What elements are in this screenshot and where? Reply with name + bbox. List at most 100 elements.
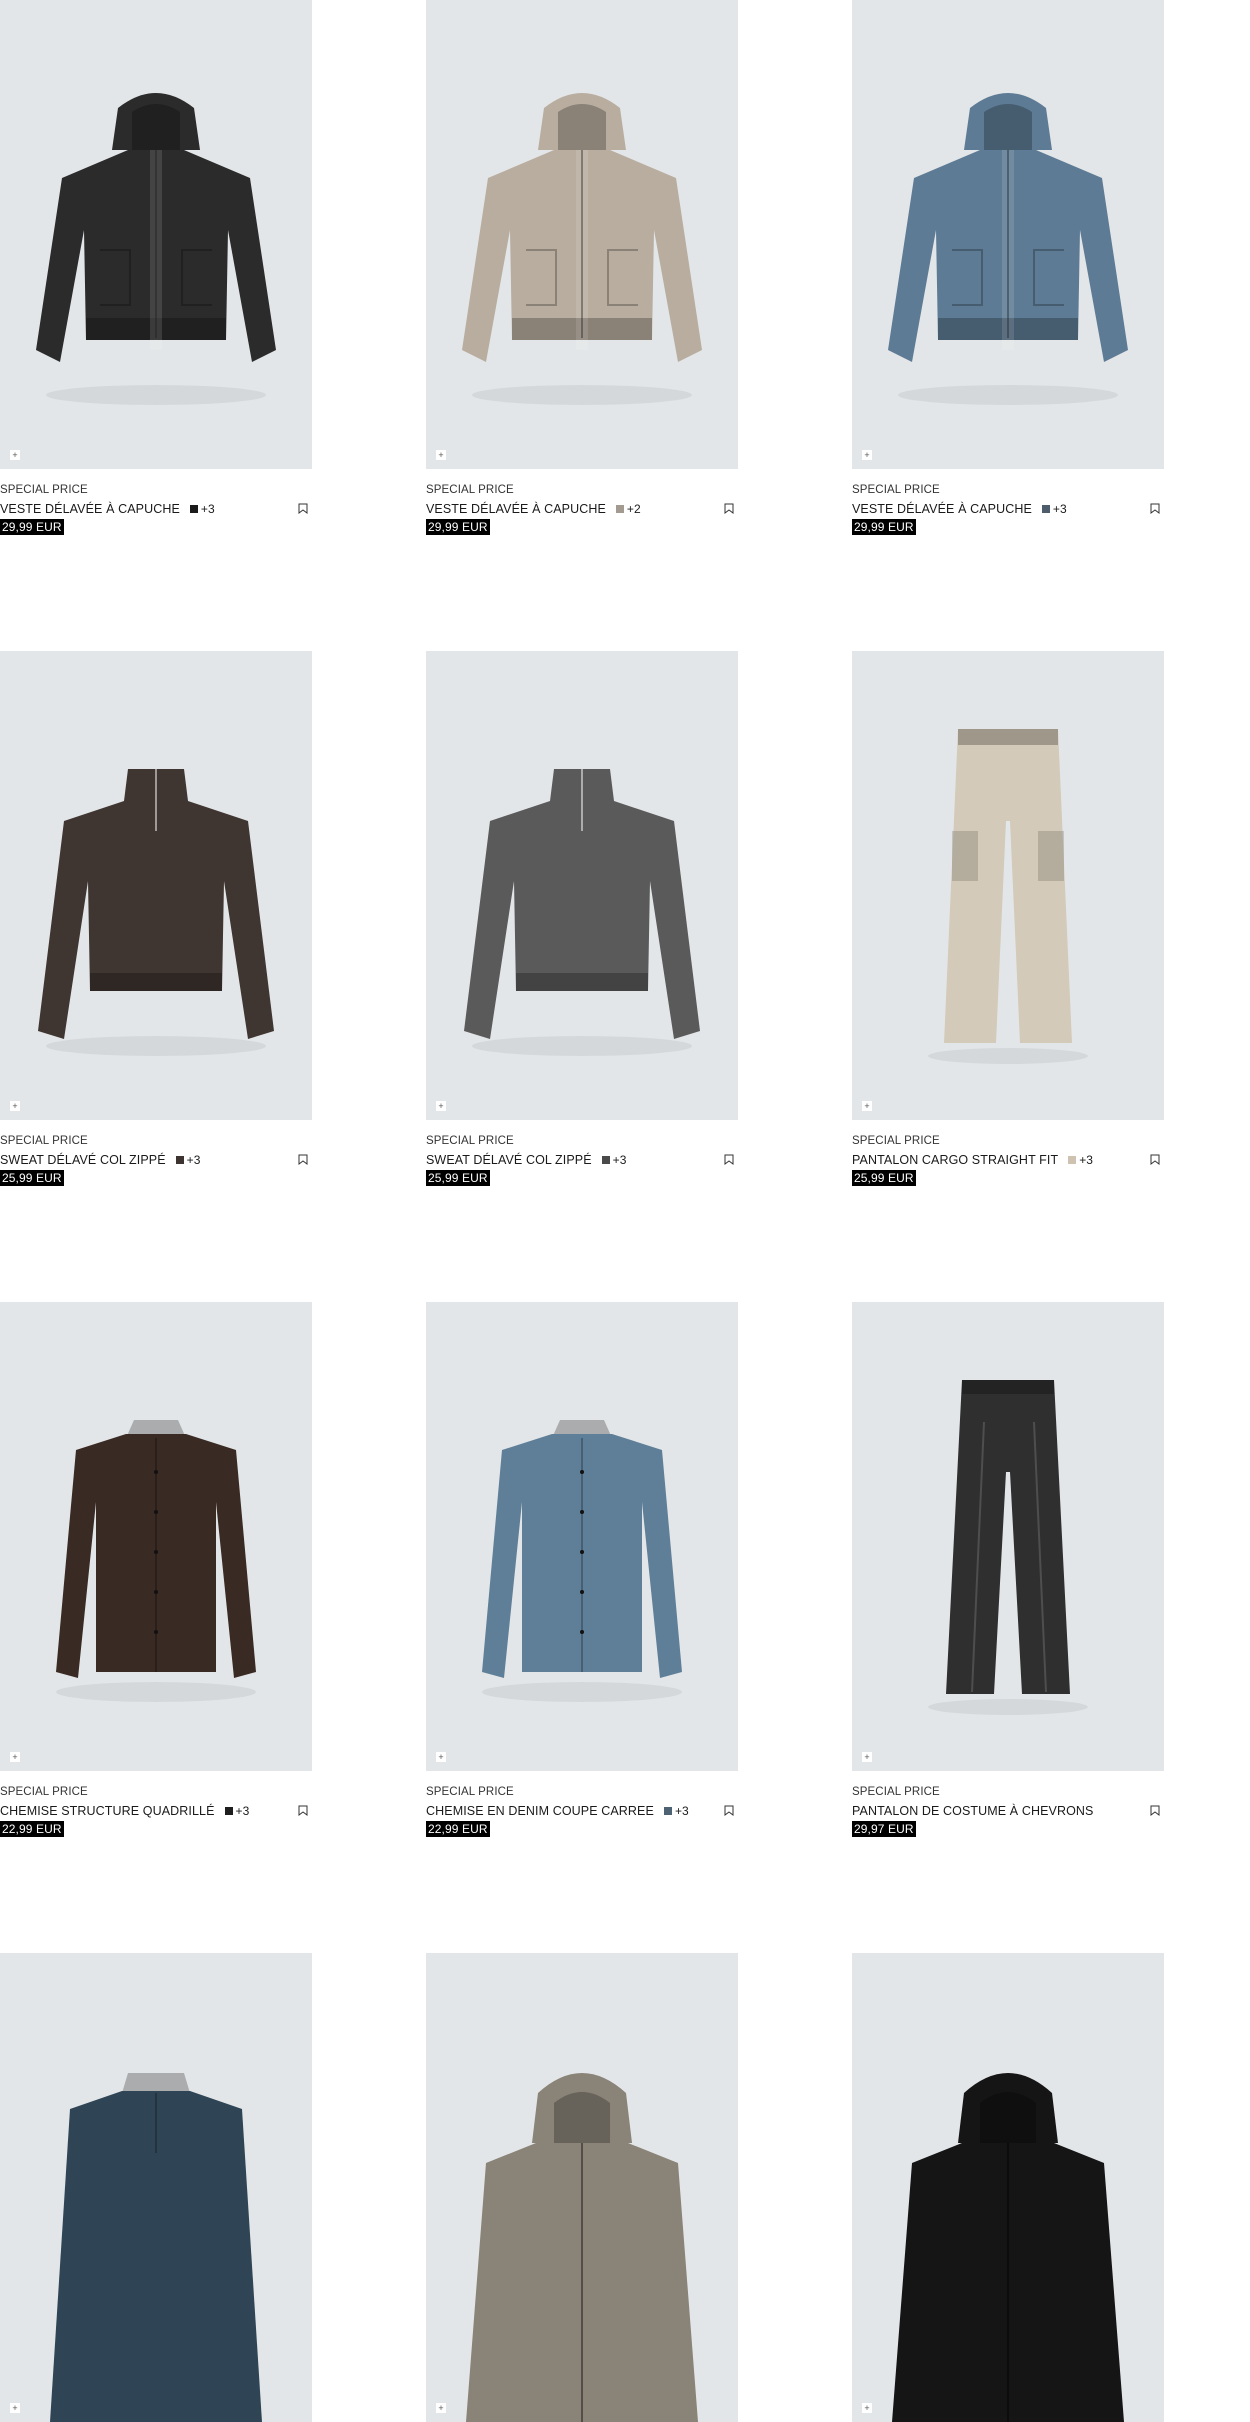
- product-image-frame[interactable]: +: [426, 0, 738, 469]
- more-colors-count[interactable]: +3: [1079, 1153, 1093, 1167]
- more-colors-count[interactable]: +3: [613, 1153, 627, 1167]
- color-swatch[interactable]: [224, 1806, 233, 1815]
- plus-icon[interactable]: +: [436, 450, 446, 460]
- color-swatch[interactable]: [175, 1155, 184, 1164]
- product-image[interactable]: [0, 1953, 312, 2422]
- product-image-frame[interactable]: +: [426, 651, 738, 1120]
- bookmark-icon[interactable]: [724, 503, 734, 514]
- product-image-frame[interactable]: +: [0, 0, 312, 469]
- product-card[interactable]: + SPECIAL PRICE PANTALON CARGO STRAIGHT …: [852, 651, 1164, 1186]
- color-swatch[interactable]: [1041, 504, 1050, 513]
- product-image[interactable]: [0, 1302, 312, 1771]
- product-image-frame[interactable]: +: [426, 1302, 738, 1771]
- more-colors-count[interactable]: +3: [675, 1804, 689, 1818]
- product-card[interactable]: + SPECIAL PRICE CHEMISE EN DENIM COUPE C…: [426, 1302, 738, 1837]
- bookmark-icon[interactable]: [1150, 503, 1160, 514]
- product-image[interactable]: [426, 651, 738, 1120]
- plus-icon[interactable]: +: [436, 2403, 446, 2413]
- product-image[interactable]: [852, 651, 1164, 1120]
- bookmark-icon[interactable]: [724, 1154, 734, 1165]
- product-card[interactable]: +: [0, 1953, 312, 2422]
- plus-icon[interactable]: +: [862, 1752, 872, 1762]
- product-image-frame[interactable]: +: [852, 1953, 1164, 2422]
- product-name[interactable]: SWEAT DÉLAVÉ COL ZIPPÉ: [426, 1153, 592, 1167]
- product-price: 22,99 EUR: [426, 1821, 490, 1837]
- bookmark-icon[interactable]: [298, 503, 308, 514]
- product-image[interactable]: [852, 0, 1164, 469]
- product-image-frame[interactable]: +: [426, 1953, 738, 2422]
- bookmark-icon[interactable]: [1150, 1154, 1160, 1165]
- product-name[interactable]: VESTE DÉLAVÉE À CAPUCHE: [0, 502, 180, 516]
- product-name-row: PANTALON DE COSTUME À CHEVRONS: [852, 1801, 1164, 1820]
- product-name[interactable]: VESTE DÉLAVÉE À CAPUCHE: [426, 502, 606, 516]
- plus-icon[interactable]: +: [862, 2403, 872, 2413]
- product-card[interactable]: + SPECIAL PRICE SWEAT DÉLAVÉ COL ZIPPÉ +…: [426, 651, 738, 1186]
- color-swatch[interactable]: [615, 504, 624, 513]
- product-image[interactable]: [426, 1953, 738, 2422]
- product-info: SPECIAL PRICE VESTE DÉLAVÉE À CAPUCHE +2…: [426, 469, 738, 535]
- product-name[interactable]: PANTALON CARGO STRAIGHT FIT: [852, 1153, 1058, 1167]
- product-price: 29,97 EUR: [852, 1821, 916, 1837]
- color-swatch[interactable]: [1068, 1155, 1077, 1164]
- more-colors-count[interactable]: +3: [236, 1804, 250, 1818]
- product-name[interactable]: PANTALON DE COSTUME À CHEVRONS: [852, 1804, 1093, 1818]
- product-name[interactable]: CHEMISE EN DENIM COUPE CARREE: [426, 1804, 654, 1818]
- more-colors-count[interactable]: +3: [1053, 502, 1067, 516]
- more-colors-count[interactable]: +3: [201, 502, 215, 516]
- plus-icon[interactable]: +: [436, 1101, 446, 1111]
- product-name-row: PANTALON CARGO STRAIGHT FIT +3: [852, 1150, 1164, 1169]
- product-price: 25,99 EUR: [852, 1170, 916, 1186]
- product-image-frame[interactable]: +: [0, 651, 312, 1120]
- color-swatch[interactable]: [663, 1806, 672, 1815]
- product-name-row: CHEMISE EN DENIM COUPE CARREE +3: [426, 1801, 738, 1820]
- bookmark-icon[interactable]: [298, 1154, 308, 1165]
- product-card[interactable]: + SPECIAL PRICE VESTE DÉLAVÉE À CAPUCHE …: [0, 0, 312, 535]
- product-name[interactable]: VESTE DÉLAVÉE À CAPUCHE: [852, 502, 1032, 516]
- product-image[interactable]: [852, 1302, 1164, 1771]
- product-card[interactable]: + SPECIAL PRICE PANTALON DE COSTUME À CH…: [852, 1302, 1164, 1837]
- bookmark-icon[interactable]: [298, 1805, 308, 1816]
- product-price: 22,99 EUR: [0, 1821, 64, 1837]
- product-card[interactable]: +: [426, 1953, 738, 2422]
- more-colors-count[interactable]: +3: [187, 1153, 201, 1167]
- plus-icon[interactable]: +: [10, 2403, 20, 2413]
- product-price: 29,99 EUR: [426, 519, 490, 535]
- product-image-frame[interactable]: +: [852, 0, 1164, 469]
- product-info: SPECIAL PRICE PANTALON CARGO STRAIGHT FI…: [852, 1120, 1164, 1186]
- product-image[interactable]: [0, 651, 312, 1120]
- more-colors-count[interactable]: +2: [627, 502, 641, 516]
- color-swatch[interactable]: [601, 1155, 610, 1164]
- product-card[interactable]: + SPECIAL PRICE SWEAT DÉLAVÉ COL ZIPPÉ +…: [0, 651, 312, 1186]
- bookmark-icon[interactable]: [1150, 1805, 1160, 1816]
- product-card[interactable]: + SPECIAL PRICE VESTE DÉLAVÉE À CAPUCHE …: [426, 0, 738, 535]
- bookmark-icon[interactable]: [724, 1805, 734, 1816]
- plus-icon[interactable]: +: [436, 1752, 446, 1762]
- product-image-frame[interactable]: +: [0, 1953, 312, 2422]
- product-name[interactable]: CHEMISE STRUCTURE QUADRILLÉ: [0, 1804, 215, 1818]
- plus-icon[interactable]: +: [10, 450, 20, 460]
- product-card[interactable]: + SPECIAL PRICE CHEMISE STRUCTURE QUADRI…: [0, 1302, 312, 1837]
- special-price-tag: SPECIAL PRICE: [426, 1135, 514, 1147]
- product-card[interactable]: +: [852, 1953, 1164, 2422]
- product-info: SPECIAL PRICE VESTE DÉLAVÉE À CAPUCHE +3…: [0, 469, 312, 535]
- product-image[interactable]: [852, 1953, 1164, 2422]
- plus-icon[interactable]: +: [862, 450, 872, 460]
- product-image[interactable]: [426, 0, 738, 469]
- plus-icon[interactable]: +: [10, 1101, 20, 1111]
- product-price: 29,99 EUR: [852, 519, 916, 535]
- product-image[interactable]: [426, 1302, 738, 1771]
- color-swatch[interactable]: [189, 504, 198, 513]
- product-info: SPECIAL PRICE CHEMISE EN DENIM COUPE CAR…: [426, 1771, 738, 1837]
- special-price-tag: SPECIAL PRICE: [0, 1135, 88, 1147]
- product-name[interactable]: SWEAT DÉLAVÉ COL ZIPPÉ: [0, 1153, 166, 1167]
- product-image-frame[interactable]: +: [0, 1302, 312, 1771]
- product-card[interactable]: + SPECIAL PRICE VESTE DÉLAVÉE À CAPUCHE …: [852, 0, 1164, 535]
- special-price-tag: SPECIAL PRICE: [852, 1786, 940, 1798]
- plus-icon[interactable]: +: [862, 1101, 872, 1111]
- product-image[interactable]: [0, 0, 312, 469]
- product-image-frame[interactable]: +: [852, 1302, 1164, 1771]
- product-image-frame[interactable]: +: [852, 651, 1164, 1120]
- special-price-tag: SPECIAL PRICE: [852, 1135, 940, 1147]
- plus-icon[interactable]: +: [10, 1752, 20, 1762]
- product-info: SPECIAL PRICE PANTALON DE COSTUME À CHEV…: [852, 1771, 1164, 1837]
